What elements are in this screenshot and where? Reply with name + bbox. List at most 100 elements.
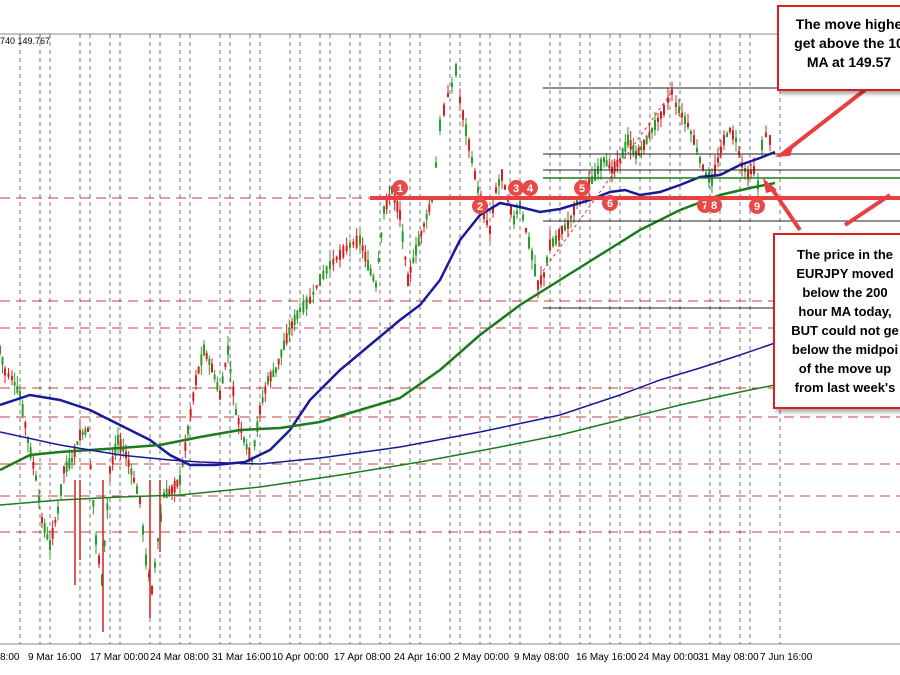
candle-body [451,82,453,88]
candle-body [361,245,364,252]
candle-body [409,267,412,273]
candle-body [699,156,701,164]
candle-body [537,280,539,290]
candle-body [288,328,291,335]
candle-body [211,363,213,373]
x-tick-label: 17 Apr 08:00 [334,652,391,663]
candle-body [462,110,464,120]
candle-body [309,296,311,304]
candle-body [570,215,572,220]
candle-body [501,169,503,181]
candle-body [277,358,280,365]
candle-body [213,374,216,380]
candle-body [468,139,470,151]
candle-body [443,104,445,116]
candle-body [187,425,189,435]
candle-body [315,285,318,289]
candle-body [203,344,205,356]
candle-body [95,535,97,545]
candle-body [621,148,624,159]
eurjpy-chart: 123 4 56 7 8 9 8:00 9 Mar 16:00 17 Mar 00:00 24 … [0,33,900,663]
callout-line: of the move up [798,361,892,376]
callout-line: below the 200 [802,285,888,300]
candle-body [176,479,179,487]
candle-body [447,93,449,97]
candle-body [89,464,92,469]
candle-body [235,409,237,415]
callout-line: BUT could not ge [791,323,899,338]
candle-body [383,206,385,214]
candle-body [142,525,144,535]
candle-body [404,256,407,260]
candle-body [325,266,328,274]
candle-body [200,354,203,366]
candle-body [269,372,272,382]
candle-body [243,437,245,443]
candle-body [345,245,348,252]
candle-body [471,156,473,164]
x-tick-label: 31 May 08:00 [698,652,759,663]
candle-body [594,169,596,181]
candle-body [111,456,114,464]
candle-body [600,159,602,171]
candle-body [335,256,338,260]
candle-body [296,310,299,320]
candle-body [272,369,275,377]
candle-body [127,459,130,467]
x-tick-label: 8:00 [0,652,20,663]
candle-body [720,147,722,153]
candle-body [154,562,156,568]
x-tick-label: 24 Mar 08:00 [150,652,209,663]
x-tick-label: 24 May 00:00 [638,652,699,663]
candle-body [145,554,147,566]
candle-body [21,404,24,416]
candle-body [106,503,109,510]
candle-body [735,137,737,143]
callout-200-hour-ma: The price in the EURJPY moved below the … [773,233,900,409]
candle-body [687,122,689,128]
candle-body [407,274,409,286]
candle-body [522,214,524,221]
candle-body [769,135,771,145]
touch-marker-label: 6 [607,198,613,210]
candle-body [165,488,168,499]
candle-body [329,260,331,270]
candle-body [65,461,68,473]
candle-body [516,210,518,215]
candle-body [179,475,181,485]
arrow-to-200-hour-ma [768,184,802,232]
candle-body [192,392,195,401]
candle-body [280,349,283,358]
candle-body [259,405,261,415]
candle-body [399,210,401,220]
candle-body [723,135,725,145]
callout-line: The move highe [795,16,900,32]
candle-body [224,363,227,367]
callout-line: hour MA today, [798,304,892,319]
candle-body [151,585,153,595]
touch-marker-label: 8 [711,200,717,212]
callout-arrows [763,84,892,232]
candle-body [549,239,551,251]
callout-line: MA at 149.57 [806,54,892,70]
candle-body [76,441,79,446]
candle-body [103,540,106,547]
candle-body [435,162,437,168]
candle-body [359,235,361,245]
candle-body [84,428,87,435]
candle-body [643,139,645,151]
candle-body [635,150,637,160]
candle-body [459,96,461,104]
candle-body [717,157,719,163]
candle-body [293,314,296,326]
candle-body [513,215,515,225]
candle-body [109,466,111,474]
candle-body [11,375,13,381]
candle-body [428,204,431,213]
x-axis: 8:00 9 Mar 16:00 17 Mar 00:00 24 Mar 08:00 3… [0,652,813,663]
candle-body [299,308,301,312]
candle-body [540,275,542,285]
candle-body [133,477,135,483]
candle-body [608,164,611,169]
candle-body [43,523,46,534]
